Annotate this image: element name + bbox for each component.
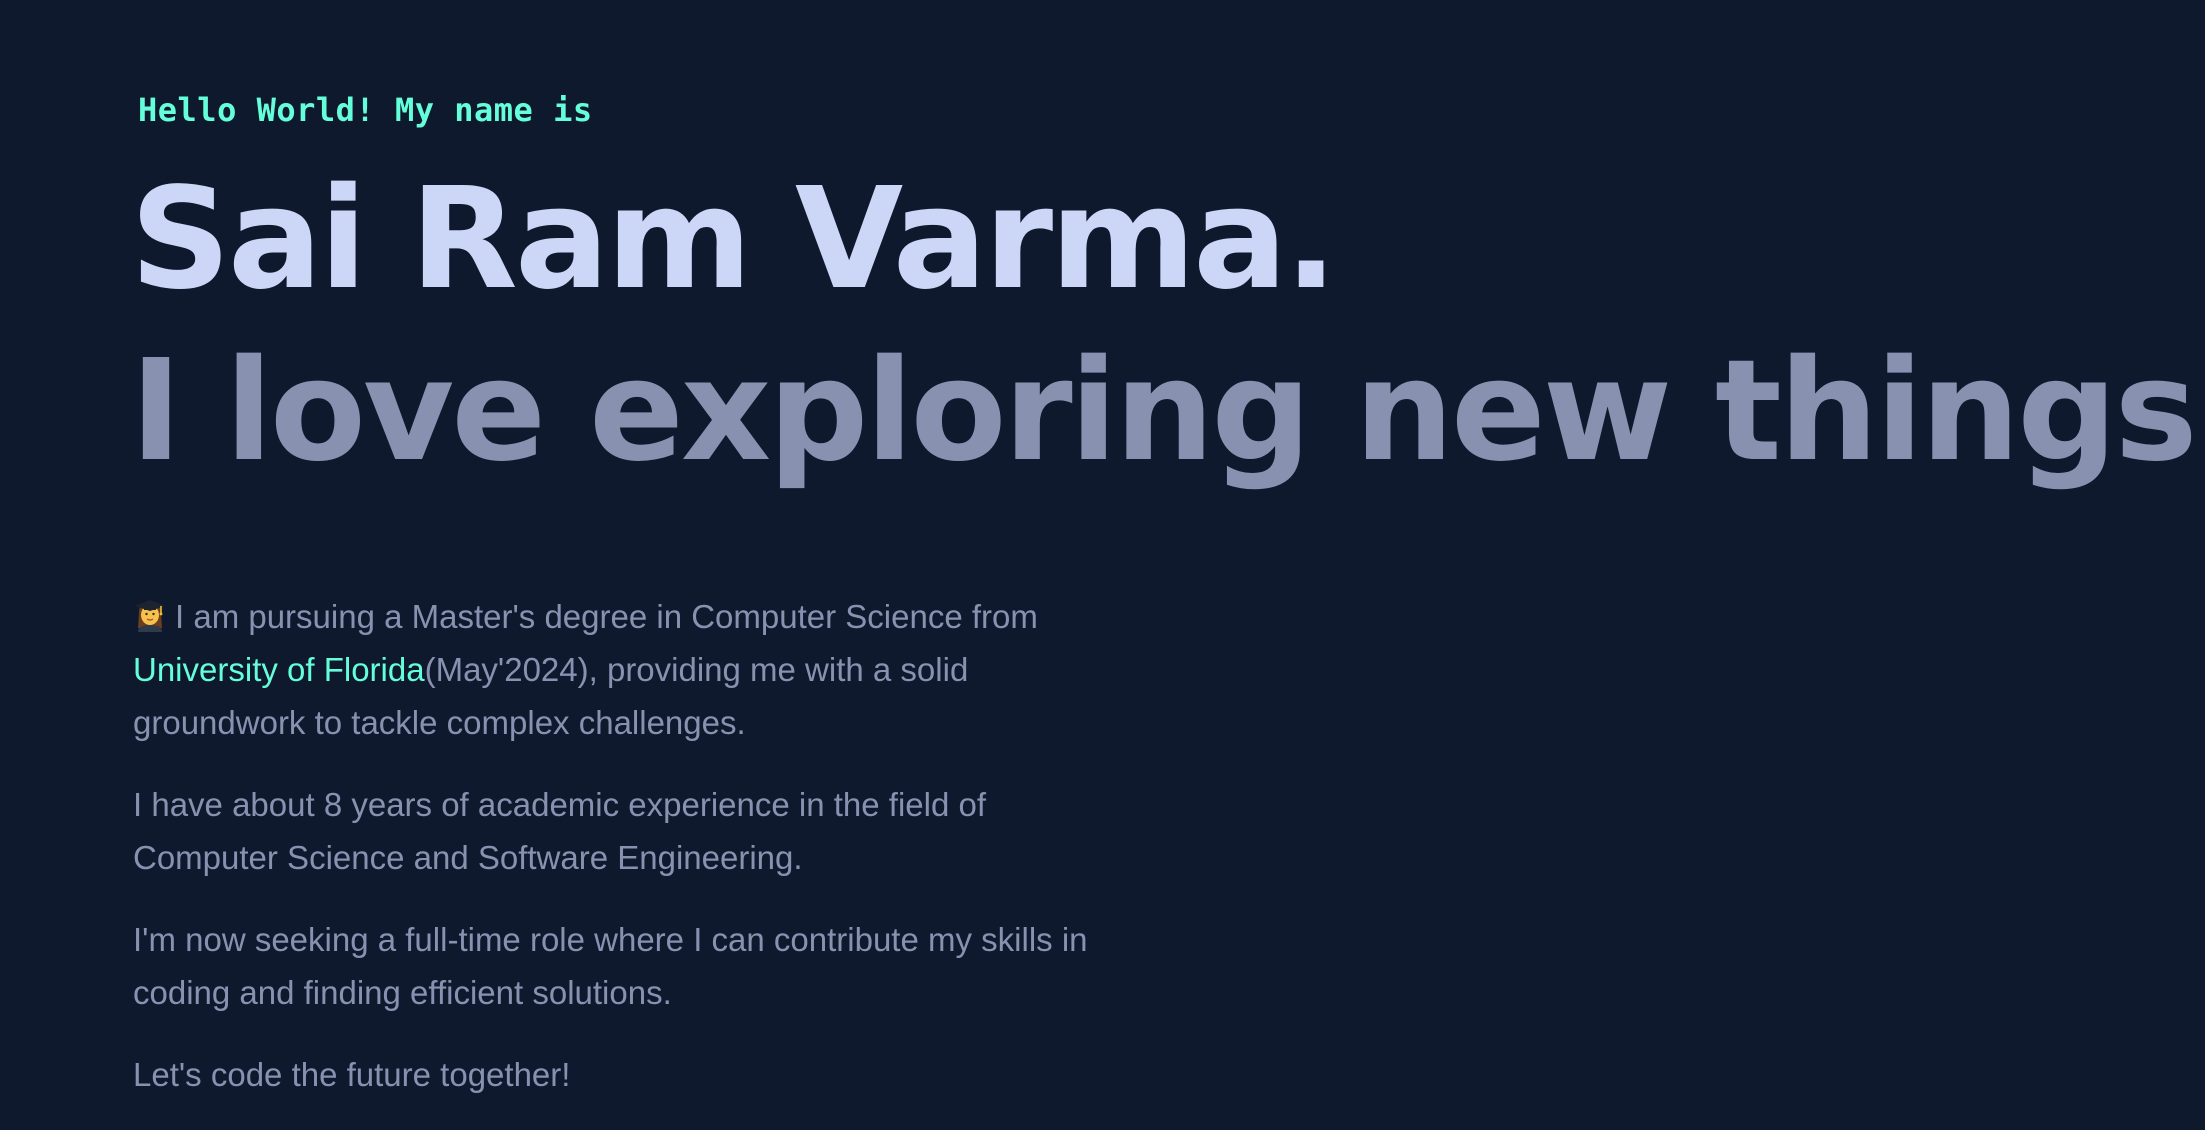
greeting-text: Hello World! My name is [138,91,593,129]
about-education-text: I am pursuing a Master's degree in Compu… [175,598,1038,635]
hero-section: Hello World! My name is Sai Ram Varma. I… [0,0,2205,1112]
university-of-florida-link[interactable]: University of Florida [133,651,425,688]
about-paragraph-education: I am pursuing a Master's degree in Compu… [133,590,1133,749]
name-heading: Sai Ram Varma. [130,158,1338,321]
about-paragraph-experience: I have about 8 years of academic experie… [133,786,987,876]
about-paragraph-seeking: I'm now seeking a full-time role where I… [133,921,1088,1011]
tagline-heading: I love exploring new things! [130,330,2205,493]
about-text: I am pursuing a Master's degree in Compu… [133,590,1133,1130]
woman-student-icon [133,594,167,632]
about-paragraph-closing: Let's code the future together! [133,1056,571,1093]
